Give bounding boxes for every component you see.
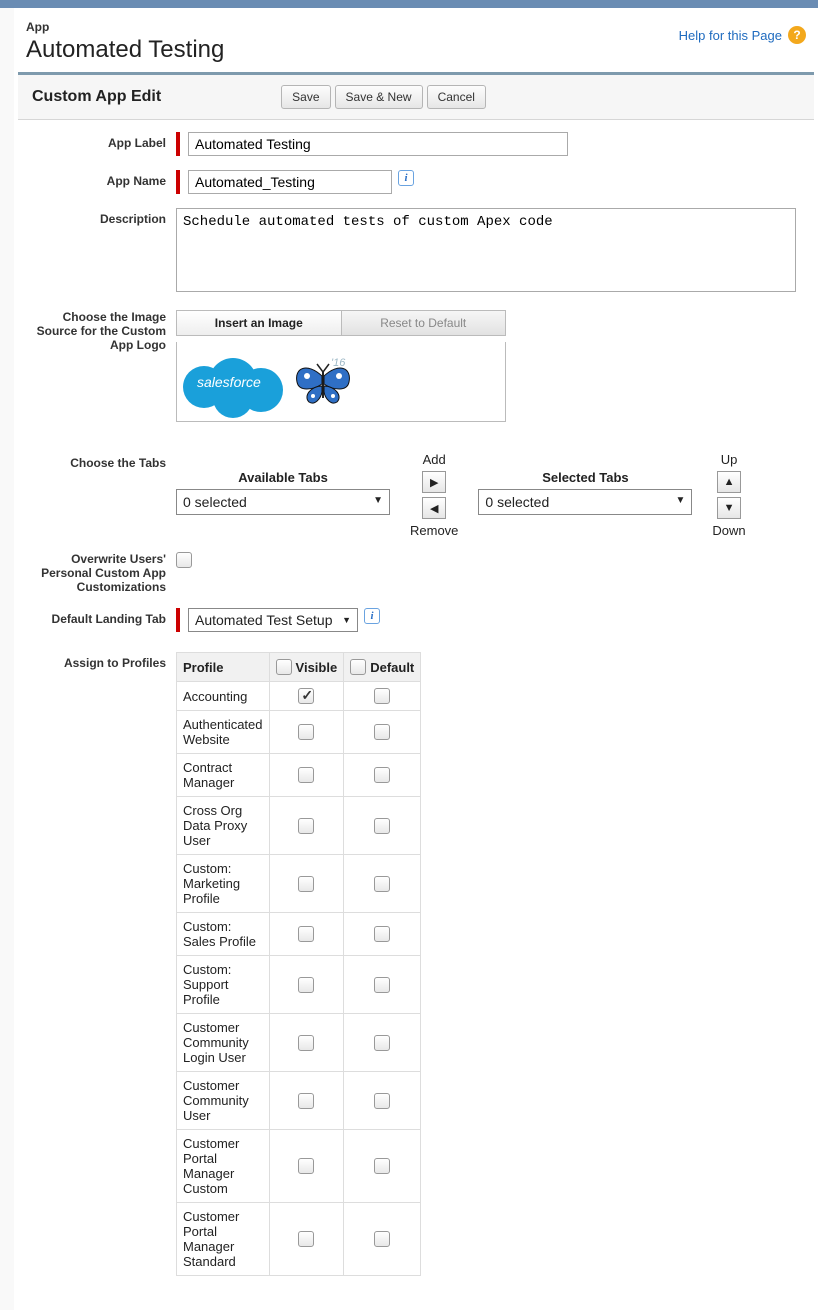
label-assign-profiles: Assign to Profiles: [32, 652, 176, 670]
save-button[interactable]: Save: [281, 85, 330, 109]
butterfly-icon: '16: [289, 352, 359, 412]
overwrite-checkbox[interactable]: [176, 552, 192, 568]
default-checkbox[interactable]: [374, 977, 390, 993]
visible-checkbox[interactable]: [298, 1231, 314, 1247]
visible-checkbox[interactable]: [298, 1035, 314, 1051]
default-checkbox[interactable]: [374, 1231, 390, 1247]
table-row: Custom: Support Profile: [177, 956, 421, 1014]
profile-name: Accounting: [177, 682, 270, 711]
default-checkbox[interactable]: [374, 1093, 390, 1109]
section-title: Custom App Edit: [32, 88, 161, 106]
default-checkbox[interactable]: [374, 1158, 390, 1174]
visible-checkbox[interactable]: [298, 767, 314, 783]
app-name-input[interactable]: [188, 170, 392, 194]
page-title: Automated Testing: [26, 36, 224, 64]
help-link[interactable]: Help for this Page: [679, 28, 782, 43]
default-checkbox[interactable]: [374, 724, 390, 740]
label-app-name: App Name: [32, 170, 176, 188]
description-textarea[interactable]: Schedule automated tests of custom Apex …: [176, 208, 796, 292]
required-indicator: [176, 132, 180, 156]
profile-name: Custom: Sales Profile: [177, 913, 270, 956]
table-row: Customer Portal Manager Standard: [177, 1203, 421, 1276]
table-row: Customer Portal Manager Custom: [177, 1130, 421, 1203]
up-label: Up: [721, 452, 738, 467]
label-image-source: Choose the Image Source for the Custom A…: [32, 310, 176, 352]
profile-name: Custom: Marketing Profile: [177, 855, 270, 913]
table-row: Customer Community Login User: [177, 1014, 421, 1072]
default-landing-select[interactable]: Automated Test Setup: [188, 608, 358, 632]
th-profile: Profile: [177, 653, 270, 682]
th-visible-label: Visible: [296, 660, 338, 675]
svg-text:'16: '16: [331, 357, 346, 369]
reset-default-tab[interactable]: Reset to Default: [342, 311, 506, 335]
profile-name: Cross Org Data Proxy User: [177, 797, 270, 855]
default-checkbox[interactable]: [374, 926, 390, 942]
label-app-label: App Label: [32, 132, 176, 150]
header-subtitle: App: [26, 20, 224, 34]
required-indicator: [176, 170, 180, 194]
visible-all-checkbox[interactable]: [276, 659, 292, 675]
table-row: Custom: Marketing Profile: [177, 855, 421, 913]
visible-checkbox[interactable]: [298, 926, 314, 942]
logo-preview: salesforce '16: [176, 342, 506, 422]
profile-name: Customer Community Login User: [177, 1014, 270, 1072]
table-row: Authenticated Website: [177, 711, 421, 754]
default-checkbox[interactable]: [374, 876, 390, 892]
visible-checkbox[interactable]: [298, 724, 314, 740]
table-row: Contract Manager: [177, 754, 421, 797]
visible-checkbox[interactable]: [298, 688, 314, 704]
label-overwrite: Overwrite Users' Personal Custom App Cus…: [32, 552, 176, 594]
remove-button[interactable]: ◀: [422, 497, 446, 519]
label-default-landing: Default Landing Tab: [32, 608, 176, 626]
down-label: Down: [712, 523, 745, 538]
label-choose-tabs: Choose the Tabs: [32, 452, 176, 470]
th-default: Default: [344, 653, 421, 682]
default-checkbox[interactable]: [374, 688, 390, 704]
default-checkbox[interactable]: [374, 818, 390, 834]
available-tabs-title: Available Tabs: [238, 470, 328, 485]
selected-tabs-select[interactable]: 0 selected: [478, 489, 692, 515]
profile-name: Customer Portal Manager Custom: [177, 1130, 270, 1203]
app-label-input[interactable]: [188, 132, 568, 156]
profile-name: Contract Manager: [177, 754, 270, 797]
cancel-button[interactable]: Cancel: [427, 85, 486, 109]
visible-checkbox[interactable]: [298, 1093, 314, 1109]
remove-label: Remove: [410, 523, 458, 538]
down-button[interactable]: ▼: [717, 497, 741, 519]
th-default-label: Default: [370, 660, 414, 675]
profile-name: Customer Portal Manager Standard: [177, 1203, 270, 1276]
default-all-checkbox[interactable]: [350, 659, 366, 675]
help-icon[interactable]: ?: [788, 26, 806, 44]
visible-checkbox[interactable]: [298, 876, 314, 892]
visible-checkbox[interactable]: [298, 1158, 314, 1174]
visible-checkbox[interactable]: [298, 818, 314, 834]
table-row: Accounting: [177, 682, 421, 711]
up-button[interactable]: ▲: [717, 471, 741, 493]
salesforce-logo-icon: salesforce: [183, 352, 283, 412]
profile-name: Authenticated Website: [177, 711, 270, 754]
table-row: Custom: Sales Profile: [177, 913, 421, 956]
visible-checkbox[interactable]: [298, 977, 314, 993]
info-icon[interactable]: i: [364, 608, 380, 624]
required-indicator: [176, 608, 180, 632]
label-description: Description: [32, 208, 176, 226]
add-button[interactable]: ▶: [422, 471, 446, 493]
save-new-button[interactable]: Save & New: [335, 85, 423, 109]
th-visible: Visible: [269, 653, 344, 682]
selected-tabs-title: Selected Tabs: [542, 470, 628, 485]
available-tabs-select[interactable]: 0 selected: [176, 489, 390, 515]
table-row: Customer Community User: [177, 1072, 421, 1130]
default-checkbox[interactable]: [374, 767, 390, 783]
default-checkbox[interactable]: [374, 1035, 390, 1051]
profile-name: Customer Community User: [177, 1072, 270, 1130]
add-label: Add: [423, 452, 446, 467]
info-icon[interactable]: i: [398, 170, 414, 186]
insert-image-tab[interactable]: Insert an Image: [177, 311, 342, 335]
table-row: Cross Org Data Proxy User: [177, 797, 421, 855]
profile-name: Custom: Support Profile: [177, 956, 270, 1014]
profile-table: Profile Visible Default AccountingAuthen…: [176, 652, 421, 1276]
